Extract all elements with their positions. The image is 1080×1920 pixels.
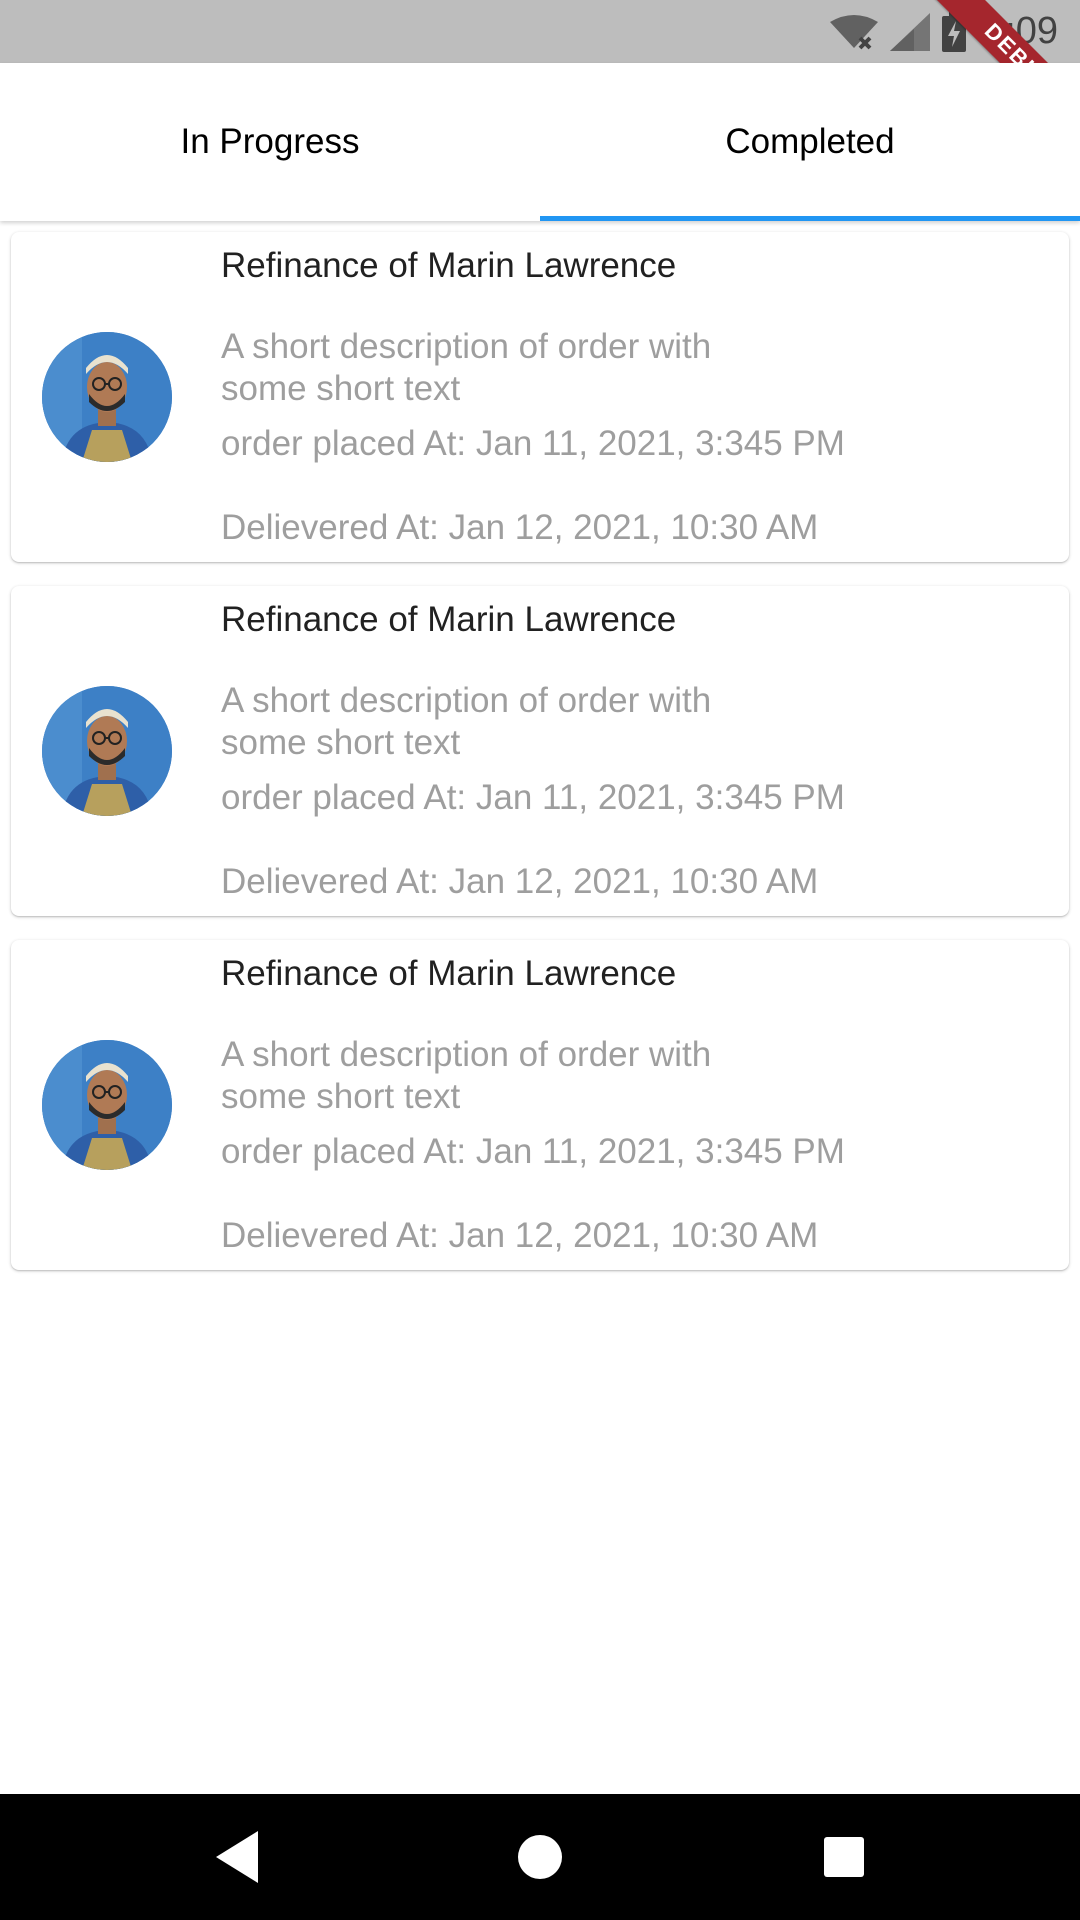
order-placed-at: order placed At: Jan 11, 2021, 3:345 PM [221,778,845,817]
tab-completed-label: Completed [725,122,895,161]
order-delivered-at: Delievered At: Jan 12, 2021, 10:30 AM [221,508,819,547]
recents-square-icon[interactable] [814,1827,874,1887]
status-time: 3:09 [984,10,1058,52]
tab-selected-indicator [540,216,1080,221]
avatar [42,686,172,816]
tab-in-progress[interactable]: In Progress [0,63,540,221]
order-title: Refinance of Marin Lawrence [221,246,677,285]
order-delivered-at: Delievered At: Jan 12, 2021, 10:30 AM [221,862,819,901]
avatar [42,332,172,462]
order-placed-at: order placed At: Jan 11, 2021, 3:345 PM [221,424,845,463]
back-triangle-icon[interactable] [206,1827,266,1887]
screen: 3:09 DEBUG In Progress Completed Refinan… [0,0,1080,1920]
status-icons: 3:09 [830,0,1058,63]
avatar [42,1040,172,1170]
cell-signal-icon [890,12,931,51]
order-list: Refinance of Marin Lawrence A short desc… [11,232,1069,1294]
order-title: Refinance of Marin Lawrence [221,600,677,639]
order-placed-at: order placed At: Jan 11, 2021, 3:345 PM [221,1132,845,1171]
battery-charging-icon [942,11,967,52]
tab-bar: In Progress Completed [0,63,1080,221]
avatar-photo-icon [42,332,172,462]
home-circle-icon[interactable] [510,1827,570,1887]
order-delivered-at: Delievered At: Jan 12, 2021, 10:30 AM [221,1216,819,1255]
order-card[interactable]: Refinance of Marin Lawrence A short desc… [11,940,1069,1270]
order-description: A short description of order with some s… [221,681,712,762]
order-card[interactable]: Refinance of Marin Lawrence A short desc… [11,586,1069,916]
order-card[interactable]: Refinance of Marin Lawrence A short desc… [11,232,1069,562]
order-title: Refinance of Marin Lawrence [221,954,677,993]
wifi-off-icon [830,14,879,49]
status-bar: 3:09 [0,0,1080,63]
tab-completed[interactable]: Completed [540,63,1080,221]
order-description: A short description of order with some s… [221,1035,712,1116]
avatar-photo-icon [42,686,172,816]
avatar-photo-icon [42,1040,172,1170]
order-description: A short description of order with some s… [221,327,712,408]
tab-in-progress-label: In Progress [180,122,360,161]
navigation-bar [0,1794,1080,1920]
